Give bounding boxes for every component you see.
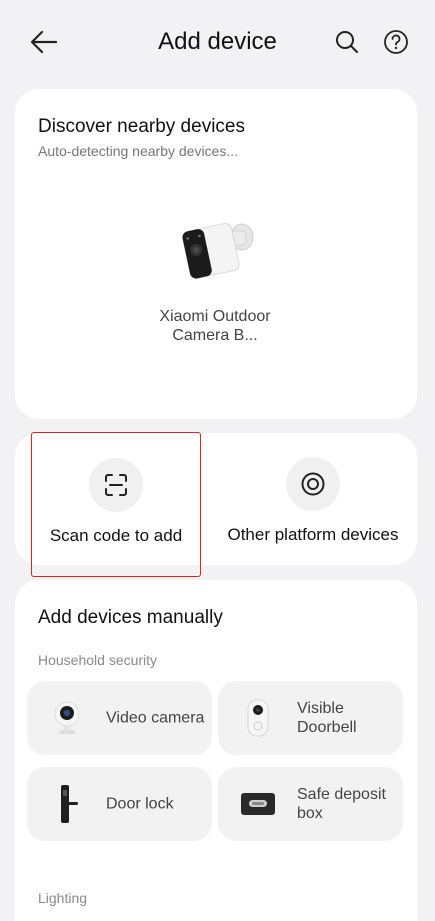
search-icon: [336, 31, 358, 53]
scan-icon: [105, 474, 127, 496]
device-tile-safe-deposit-box[interactable]: Safe deposit box: [218, 767, 403, 841]
safe-deposit-box-label: Safe deposit box: [297, 786, 386, 822]
manual-add-card: Add devices manually Household security …: [15, 580, 417, 921]
found-device-name: Xiaomi Outdoor Camera B...: [159, 308, 271, 344]
other-platform-icon-wrap: [286, 457, 340, 511]
help-button[interactable]: [383, 29, 409, 55]
device-tile-video-camera[interactable]: Video camera: [27, 681, 212, 755]
outdoor-camera-icon: [170, 207, 260, 287]
page-title: Add device: [158, 28, 277, 55]
discover-card: Discover nearby devices Auto-detecting n…: [15, 89, 417, 419]
doorbell-icon: [240, 697, 276, 739]
video-camera-icon: [49, 697, 85, 739]
safe-box-icon: [240, 783, 276, 825]
discover-subtitle: Auto-detecting nearby devices...: [38, 143, 239, 159]
help-icon: [384, 30, 408, 54]
quick-actions-card: Scan code to add Other platform devices: [15, 432, 417, 577]
visible-doorbell-label: Visible Doorbell: [297, 700, 357, 736]
found-device-item[interactable]: Xiaomi Outdoor Camera B...: [150, 207, 280, 345]
door-lock-icon: [49, 783, 85, 825]
manual-heading: Add devices manually: [38, 607, 223, 628]
scan-code-button[interactable]: Scan code to add: [31, 432, 201, 577]
other-platform-label: Other platform devices: [227, 525, 399, 544]
scan-icon-wrap: [89, 458, 143, 512]
device-tile-visible-doorbell[interactable]: Visible Doorbell: [218, 681, 403, 755]
video-camera-label: Video camera: [106, 709, 205, 727]
section-label-security: Household security: [38, 652, 158, 668]
device-tile-door-lock[interactable]: Door lock: [27, 767, 212, 841]
top-bar: Add device: [0, 0, 435, 86]
other-platform-button[interactable]: Other platform devices: [215, 433, 411, 565]
door-lock-label: Door lock: [106, 795, 174, 813]
section-label-lighting: Lighting: [38, 890, 88, 906]
target-icon: [301, 472, 325, 496]
search-button[interactable]: [334, 29, 360, 55]
discover-heading: Discover nearby devices: [38, 116, 245, 137]
scan-code-label: Scan code to add: [49, 526, 183, 545]
